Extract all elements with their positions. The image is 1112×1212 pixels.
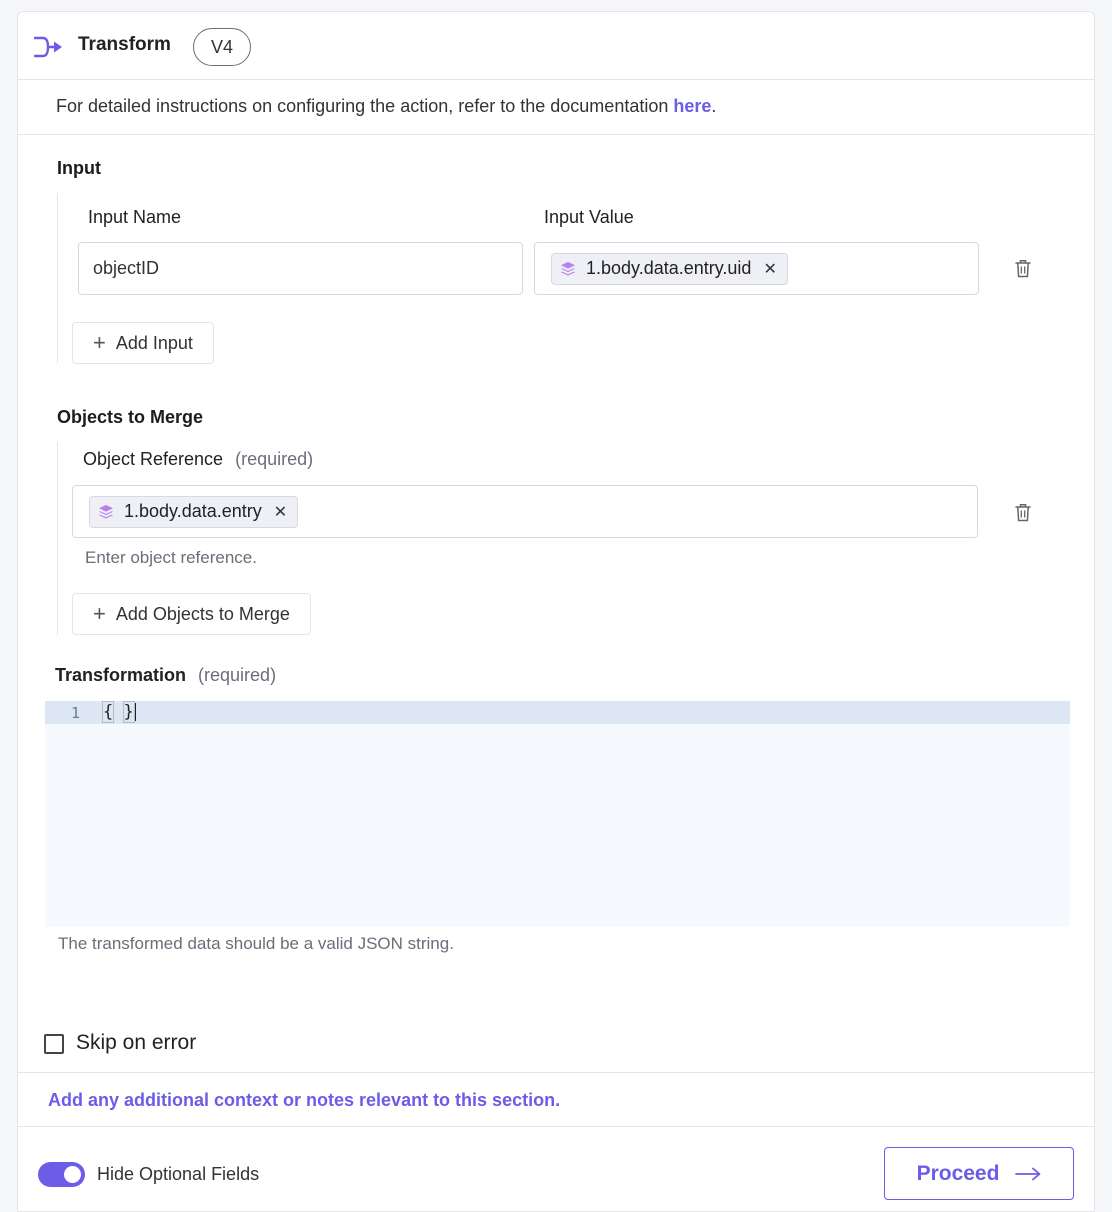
transformation-label-text: Transformation bbox=[55, 665, 187, 685]
required-indicator: (required) bbox=[235, 449, 314, 469]
chip-remove-icon[interactable]: ✕ bbox=[274, 502, 287, 522]
object-reference-field[interactable]: 1.body.data.entry ✕ bbox=[72, 485, 978, 538]
code-open-brace: { bbox=[101, 701, 115, 723]
version-badge[interactable]: V4 bbox=[193, 28, 251, 66]
input-value-chip-label: 1.body.data.entry.uid bbox=[586, 258, 752, 278]
object-reference-helper: Enter object reference. bbox=[85, 548, 257, 567]
code-close-brace: } bbox=[122, 701, 135, 723]
input-name-field[interactable]: objectID bbox=[78, 242, 523, 295]
input-section-title: Input bbox=[57, 158, 101, 178]
documentation-link[interactable]: here bbox=[673, 96, 711, 116]
add-objects-label: Add Objects to Merge bbox=[115, 603, 290, 624]
delete-input-trash-icon[interactable] bbox=[1015, 259, 1031, 283]
proceed-button[interactable]: Proceed bbox=[884, 1147, 1074, 1200]
code-editor[interactable]: 1 { } bbox=[45, 701, 1070, 927]
input-value-field[interactable]: 1.body.data.entry.uid ✕ bbox=[534, 242, 979, 295]
proceed-label: Proceed bbox=[916, 1161, 1000, 1185]
line-number: 1 bbox=[71, 704, 81, 722]
panel-title: Transform bbox=[78, 34, 171, 55]
layers-icon bbox=[560, 261, 576, 277]
info-text: For detailed instructions on configuring… bbox=[56, 96, 674, 116]
object-reference-label: Object Reference (required) bbox=[83, 449, 313, 470]
input-value-chip: 1.body.data.entry.uid ✕ bbox=[551, 252, 788, 285]
notes-bar: Add any additional context or notes rele… bbox=[18, 1072, 1094, 1127]
input-value-label: Input Value bbox=[544, 207, 634, 227]
panel-header: Transform V4 bbox=[18, 12, 1094, 80]
layers-icon bbox=[98, 504, 114, 520]
object-reference-label-text: Object Reference bbox=[83, 449, 224, 469]
merge-section-title: Objects to Merge bbox=[57, 407, 204, 427]
input-name-label: Input Name bbox=[88, 207, 182, 227]
required-indicator: (required) bbox=[198, 665, 277, 685]
plus-icon: + bbox=[93, 601, 106, 626]
info-suffix: . bbox=[711, 96, 717, 116]
delete-object-trash-icon[interactable] bbox=[1015, 503, 1031, 527]
transformation-label: Transformation (required) bbox=[55, 665, 276, 686]
toggle-knob bbox=[64, 1166, 81, 1183]
skip-on-error-label[interactable]: Skip on error bbox=[76, 1031, 196, 1055]
arrow-right-icon bbox=[1015, 1167, 1041, 1181]
hide-optional-fields-label: Hide Optional Fields bbox=[97, 1164, 260, 1184]
text-cursor bbox=[134, 703, 136, 721]
add-objects-button[interactable]: + Add Objects to Merge bbox=[72, 593, 311, 635]
hide-optional-fields-toggle[interactable] bbox=[38, 1162, 85, 1187]
object-reference-chip-label: 1.body.data.entry bbox=[124, 501, 262, 521]
documentation-info-bar: For detailed instructions on configuring… bbox=[18, 80, 1094, 135]
skip-on-error-checkbox[interactable] bbox=[44, 1034, 64, 1054]
transform-arrow-icon bbox=[33, 36, 64, 63]
code-content[interactable]: { } bbox=[101, 701, 136, 723]
transform-panel: Transform V4 For detailed instructions o… bbox=[17, 11, 1095, 1212]
transformation-helper: The transformed data should be a valid J… bbox=[58, 934, 454, 953]
plus-icon: + bbox=[93, 330, 106, 355]
merge-section-divider bbox=[57, 442, 58, 635]
chip-remove-icon[interactable]: ✕ bbox=[763, 259, 776, 279]
add-input-label: Add Input bbox=[115, 332, 193, 353]
add-input-button[interactable]: + Add Input bbox=[72, 322, 214, 364]
documentation-info: For detailed instructions on configuring… bbox=[56, 96, 716, 117]
object-reference-chip: 1.body.data.entry ✕ bbox=[89, 495, 299, 528]
add-notes-link[interactable]: Add any additional context or notes rele… bbox=[48, 1090, 560, 1111]
active-line-highlight bbox=[45, 701, 1070, 724]
input-section-divider bbox=[57, 193, 58, 363]
